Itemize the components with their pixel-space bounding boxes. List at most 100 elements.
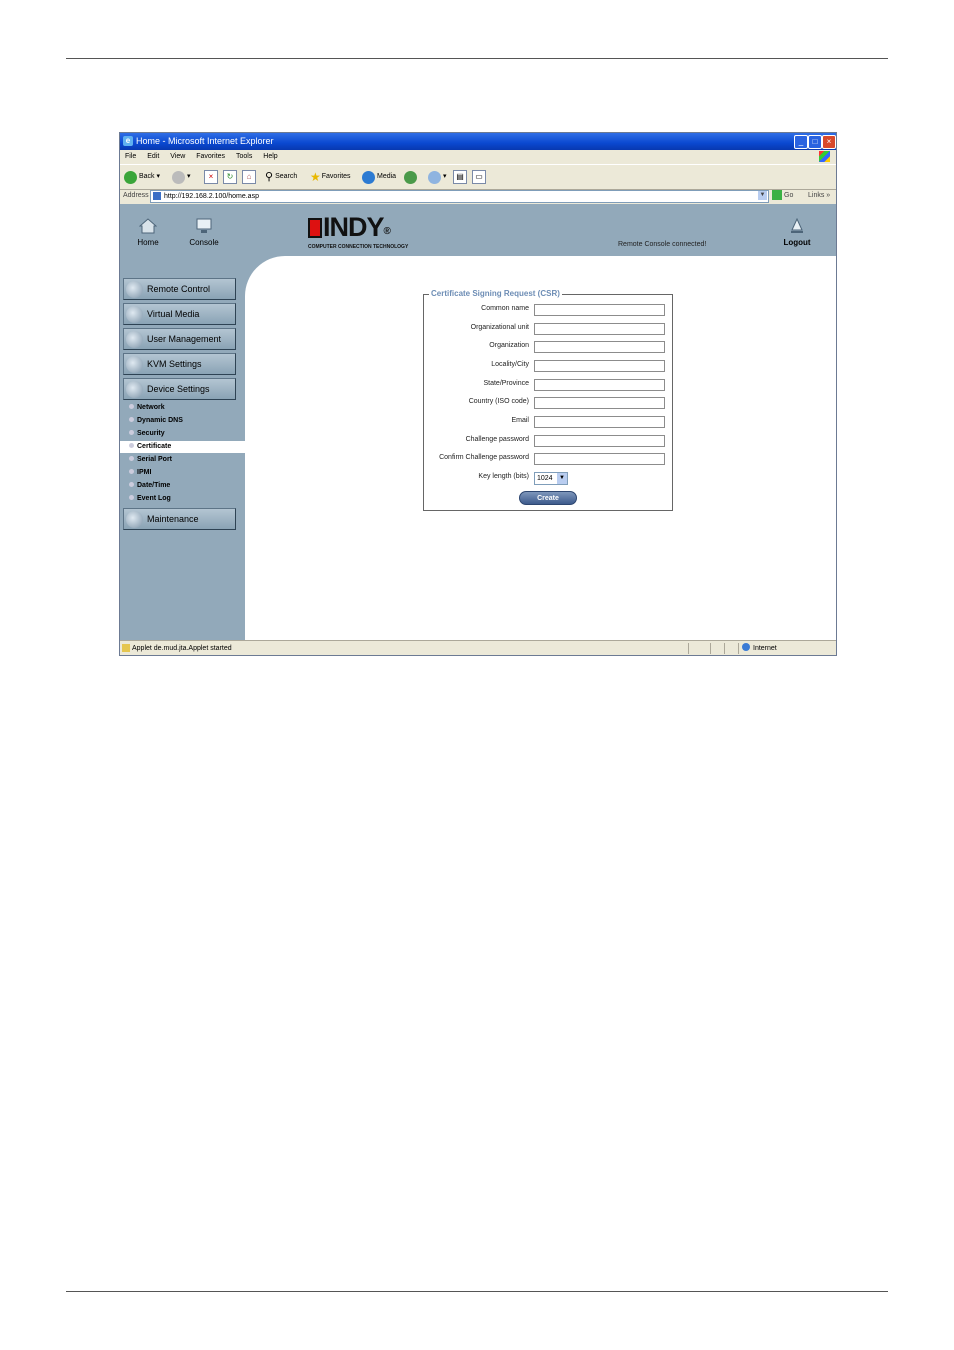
address-url: http://192.168.2.100/home.asp [164, 193, 259, 200]
nav-virtual-media[interactable]: Virtual Media [123, 303, 236, 325]
maximize-button[interactable]: □ [808, 135, 822, 149]
history-icon [404, 170, 417, 184]
bullet-icon [129, 417, 134, 422]
menu-tools[interactable]: Tools [236, 153, 252, 160]
page-bottom-rule [66, 1291, 888, 1292]
state-input[interactable] [534, 379, 665, 391]
globe-icon [742, 643, 750, 651]
tools-icon [126, 511, 143, 528]
nav-kvm-settings[interactable]: KVM Settings [123, 353, 236, 375]
subnav-date-time[interactable]: Date/Time [120, 480, 245, 492]
csr-fieldset: Certificate Signing Request (CSR) Common… [423, 289, 673, 511]
history-button[interactable] [404, 169, 419, 185]
sidebar: Remote Control Virtual Media User Manage… [120, 256, 245, 640]
subnav-event-log[interactable]: Event Log [120, 493, 245, 505]
favorites-button[interactable]: ★ Favorites [310, 169, 351, 185]
challenge-password-input[interactable] [534, 435, 665, 447]
forward-button[interactable]: ▾ [172, 169, 191, 185]
disc-icon [126, 306, 143, 323]
address-dropdown-icon[interactable]: ▼ [758, 191, 767, 200]
confirm-challenge-password-input[interactable] [534, 453, 665, 465]
subnav-ipmi[interactable]: IPMI [120, 467, 245, 479]
search-button[interactable]: ⚲ Search [265, 169, 297, 185]
logout-icon [791, 217, 803, 233]
mail-button[interactable]: ▾ [428, 169, 447, 185]
bullet-icon [129, 443, 134, 448]
star-icon: ★ [310, 170, 321, 184]
menu-file[interactable]: File [125, 153, 136, 160]
title-bar: e Home - Microsoft Internet Explorer _ □… [120, 133, 836, 150]
email-input[interactable] [534, 416, 665, 428]
status-bar: Applet de.mud.jta.Applet started Interne… [120, 640, 836, 655]
print-button[interactable]: ▤ [453, 169, 469, 185]
stop-button[interactable]: × [204, 169, 220, 185]
chevron-down-icon: ▼ [557, 473, 567, 484]
organization-input[interactable] [534, 341, 665, 353]
subnav-serial-port[interactable]: Serial Port [120, 454, 245, 466]
edit-icon: ▭ [472, 170, 486, 184]
status-divider [688, 643, 689, 654]
create-button[interactable]: Create [519, 491, 577, 505]
status-divider [738, 643, 739, 654]
menu-bar: File Edit View Favorites Tools Help [120, 150, 836, 163]
keyboard-icon [126, 356, 143, 373]
bullet-icon [129, 495, 134, 500]
nav-device-settings[interactable]: Device Settings [123, 378, 236, 400]
nav-user-management[interactable]: User Management [123, 328, 236, 350]
country-input[interactable] [534, 397, 665, 409]
address-input[interactable]: http://192.168.2.100/home.asp [150, 190, 769, 203]
key-length-select[interactable]: 1024 ▼ [534, 472, 568, 485]
nav-remote-control[interactable]: Remote Control [123, 278, 236, 300]
subnav-certificate[interactable]: Certificate [120, 441, 245, 453]
csr-row-state: State/Province [424, 379, 672, 393]
common-name-input[interactable] [534, 304, 665, 316]
minimize-button[interactable]: _ [794, 135, 808, 149]
refresh-icon: ↻ [223, 170, 237, 184]
header-home-button[interactable]: Home [130, 218, 166, 247]
close-button[interactable]: × [822, 135, 836, 149]
menu-view[interactable]: View [170, 153, 185, 160]
subnav-network[interactable]: Network [120, 402, 245, 414]
stop-icon: × [204, 170, 218, 184]
monitor-icon [196, 218, 212, 233]
csr-row-key-length: Key length (bits) 1024 ▼ [424, 472, 672, 486]
address-bar: Address http://192.168.2.100/home.asp ▼ … [120, 189, 836, 203]
remote-control-icon [126, 281, 143, 298]
go-button[interactable]: Go [772, 190, 793, 202]
csr-row-common-name: Common name [424, 304, 672, 318]
csr-row-confirm-password: Confirm Challenge password [424, 453, 672, 467]
address-label: Address [123, 192, 149, 199]
home-icon: ⌂ [242, 170, 256, 184]
refresh-button[interactable]: ↻ [223, 169, 239, 185]
menu-help[interactable]: Help [263, 153, 277, 160]
menu-edit[interactable]: Edit [147, 153, 159, 160]
subnav-security[interactable]: Security [120, 428, 245, 440]
header-curve [245, 256, 285, 296]
media-icon [362, 170, 375, 184]
links-button[interactable]: Links » [808, 189, 830, 203]
csr-legend: Certificate Signing Request (CSR) [429, 289, 562, 298]
menu-favorites[interactable]: Favorites [196, 153, 225, 160]
organizational-unit-input[interactable] [534, 323, 665, 335]
back-button[interactable]: Back ▾ [124, 169, 160, 185]
search-icon: ⚲ [265, 171, 274, 183]
lindy-logo: INDY® COMPUTER CONNECTION TECHNOLOGY [308, 212, 409, 250]
bullet-icon [129, 482, 134, 487]
media-button[interactable]: Media [362, 169, 396, 185]
bullet-icon [129, 430, 134, 435]
subnav-dynamic-dns[interactable]: Dynamic DNS [120, 415, 245, 427]
home-button[interactable]: ⌂ [242, 169, 258, 185]
header-console-button[interactable]: Console [186, 218, 222, 247]
logout-button[interactable]: Logout [779, 217, 815, 247]
bullet-icon [129, 469, 134, 474]
house-icon [138, 218, 158, 234]
edit-button[interactable]: ▭ [472, 169, 488, 185]
csr-row-challenge-password: Challenge password [424, 435, 672, 449]
status-divider [710, 643, 711, 654]
nav-maintenance[interactable]: Maintenance [123, 508, 236, 530]
locality-input[interactable] [534, 360, 665, 372]
page-icon [153, 192, 161, 200]
gear-icon [126, 381, 143, 398]
logo-l-mark [308, 218, 322, 238]
browser-window: e Home - Microsoft Internet Explorer _ □… [119, 132, 837, 656]
